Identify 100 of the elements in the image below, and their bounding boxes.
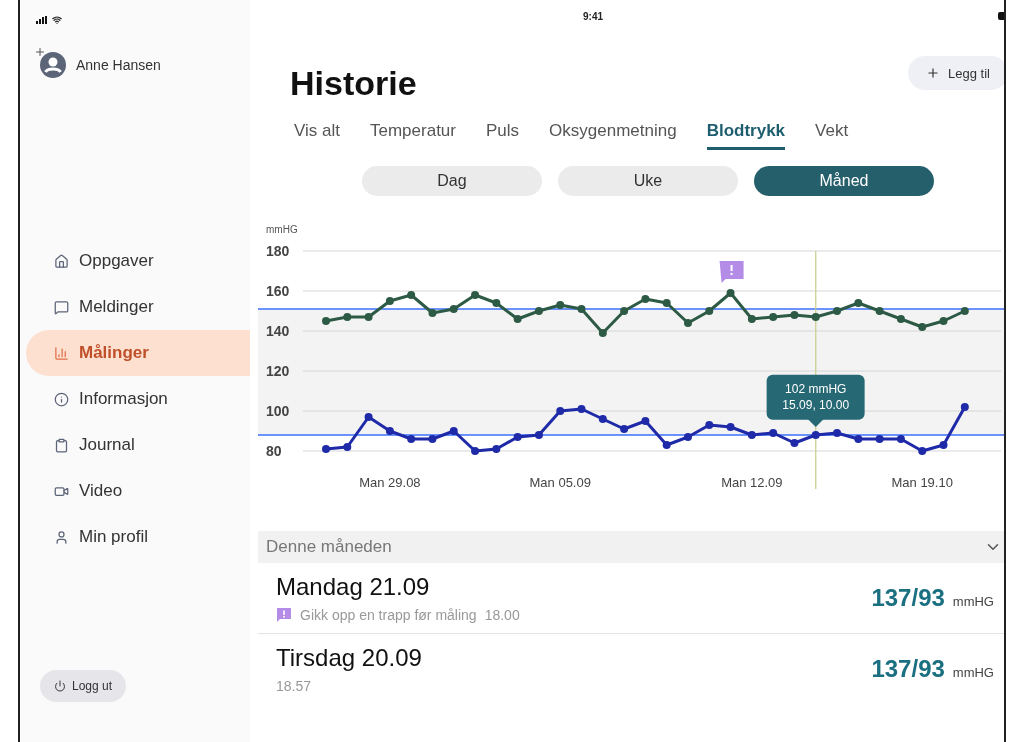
axis-unit-label: mmHG — [266, 224, 298, 235]
data-point — [385, 297, 394, 305]
data-point — [641, 417, 650, 425]
data-point — [662, 441, 671, 449]
data-point — [747, 431, 756, 439]
y-axis-label: 160 — [266, 283, 290, 299]
data-point — [620, 425, 629, 433]
category-tab[interactable]: Vis alt — [294, 121, 340, 150]
entry-date: Mandag 21.09 — [276, 573, 431, 601]
data-point — [471, 291, 480, 299]
bar-chart-icon — [54, 345, 69, 361]
nav-item[interactable]: Oppgaver — [26, 238, 250, 284]
data-point — [577, 305, 586, 313]
data-point — [854, 435, 863, 443]
x-axis-label: Man 05.09 — [529, 475, 591, 490]
y-axis-label: 100 — [266, 403, 290, 419]
category-tab[interactable]: Blodtrykk — [706, 121, 786, 150]
data-point — [492, 445, 501, 453]
blood-pressure-value: 137/93 — [871, 584, 945, 611]
data-point — [343, 313, 352, 321]
data-point — [641, 295, 650, 303]
plus-icon[interactable] — [34, 46, 46, 58]
entry-time: 18.00 — [484, 607, 520, 623]
nav-item[interactable]: Journal — [26, 422, 250, 468]
data-point — [705, 307, 714, 315]
unit-label: mmHG — [952, 665, 994, 680]
home-icon — [54, 253, 69, 269]
data-point — [407, 291, 416, 299]
x-axis-label: Man 12.09 — [721, 475, 783, 490]
section-header[interactable]: Denne måneden — [258, 531, 1004, 563]
nav-item[interactable]: Min profil — [26, 514, 250, 560]
logout-button[interactable]: Logg ut — [40, 670, 127, 702]
data-point — [811, 313, 820, 321]
nav-item[interactable]: Informasjon — [26, 376, 250, 422]
data-point — [684, 433, 692, 441]
data-point — [492, 299, 501, 307]
status-time: 9:41 — [583, 10, 603, 22]
data-point — [960, 403, 969, 411]
user-name: Anne Hansen — [76, 57, 161, 73]
data-point — [705, 421, 714, 429]
data-point — [364, 313, 373, 321]
data-point — [854, 299, 863, 307]
y-axis-label: 80 — [266, 443, 282, 459]
data-point — [428, 435, 437, 443]
measurement-row[interactable]: Tirsdag 20.09 18.57 137/93 mmHG — [258, 634, 1004, 704]
category-tab[interactable]: Temperatur — [370, 121, 456, 150]
plus-icon — [926, 66, 941, 80]
data-point — [471, 447, 480, 455]
data-point — [513, 433, 522, 441]
data-point — [534, 307, 543, 315]
data-point — [747, 315, 756, 323]
info-icon — [54, 391, 69, 407]
power-icon — [54, 680, 66, 692]
data-point — [811, 431, 820, 439]
nav-item[interactable]: Meldinger — [26, 284, 250, 330]
data-point — [896, 435, 905, 443]
data-point — [790, 439, 799, 447]
nav-item[interactable]: Målinger — [26, 330, 250, 376]
data-point — [449, 427, 458, 435]
value-tooltip: 102 mmHG 15.09, 10.00 — [766, 374, 866, 420]
data-point — [726, 423, 735, 431]
blood-pressure-value: 137/93 — [871, 655, 945, 682]
data-point — [364, 413, 373, 421]
data-point — [449, 305, 458, 313]
data-point — [428, 309, 437, 317]
measurement-row[interactable]: Mandag 21.09 Gikk opp en trapp før måling 18.00 137/93 mmHG — [258, 563, 1004, 634]
category-tab[interactable]: Vekt — [815, 121, 849, 150]
period-toggle[interactable]: Uke — [558, 166, 738, 196]
category-tab[interactable]: Oksygenmetning — [549, 121, 677, 150]
page-title: Historie — [290, 64, 417, 103]
data-point — [513, 315, 522, 323]
y-axis-label: 120 — [266, 363, 290, 379]
nav-item[interactable]: Video — [26, 468, 250, 514]
data-point — [343, 443, 352, 451]
data-point — [322, 445, 330, 453]
data-point — [620, 307, 629, 315]
data-point — [662, 299, 671, 307]
period-toggle[interactable]: Dag — [362, 166, 542, 196]
data-point — [939, 317, 948, 325]
data-point — [322, 317, 330, 325]
data-point — [407, 435, 416, 443]
data-point — [875, 435, 884, 443]
period-toggle[interactable]: Måned — [754, 166, 934, 196]
person-icon — [54, 529, 69, 545]
data-point — [918, 323, 927, 331]
data-point — [833, 429, 842, 437]
data-point — [726, 289, 735, 297]
data-point — [385, 427, 394, 435]
entry-note: Gikk opp en trapp før måling — [300, 607, 477, 623]
data-point — [556, 407, 565, 415]
avatar-icon[interactable] — [40, 52, 66, 78]
unit-label: mmHG — [952, 594, 994, 609]
note-marker-icon[interactable] — [719, 261, 744, 283]
data-point — [598, 329, 607, 337]
data-point — [939, 441, 948, 449]
add-button[interactable]: Legg til — [908, 56, 1004, 90]
x-axis-label: Man 29.08 — [359, 475, 421, 490]
category-tab[interactable]: Puls — [486, 121, 520, 150]
entry-date: Tirsdag 20.09 — [276, 644, 422, 672]
data-point — [598, 415, 607, 423]
